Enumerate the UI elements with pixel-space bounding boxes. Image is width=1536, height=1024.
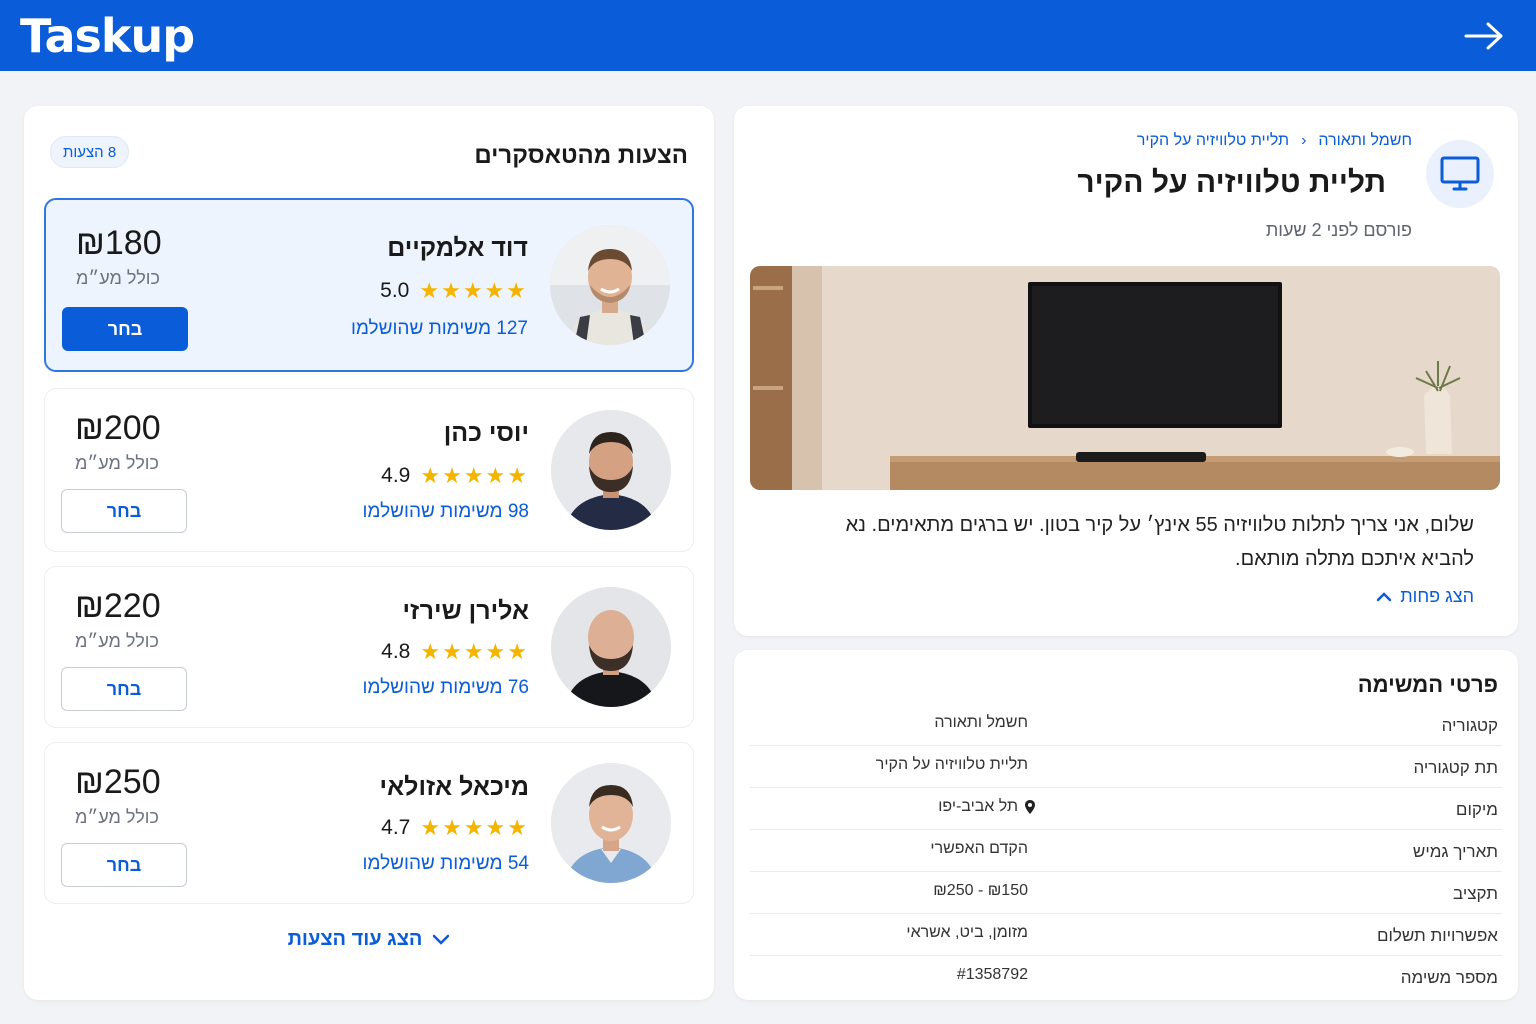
price-note: כולל מע״מ <box>76 268 160 288</box>
detail-location: תל אביב-יפו <box>938 798 1036 816</box>
breadcrumb-subcategory[interactable]: תליית טלוויזיה על הקיר <box>1137 132 1289 150</box>
detail-label: מיקום <box>1455 800 1498 819</box>
show-less-button[interactable]: הצג פחות <box>1376 586 1474 607</box>
avatar <box>550 225 670 345</box>
tasker-name[interactable]: דוד אלמקיים <box>387 234 528 263</box>
offers-title: הצעות מהטאסקרים <box>474 142 688 169</box>
location-pin-icon <box>1025 800 1035 814</box>
price-note: כולל מע״מ <box>75 807 159 827</box>
detail-row: תת קטגוריה תליית טלוויזיה על הקיר <box>750 746 1502 788</box>
choose-offer-button[interactable]: בחר <box>61 489 187 533</box>
task-card: חשמל ותאורה ‹ תליית טלוויזיה על הקיר תלי… <box>734 106 1518 636</box>
detail-value: הקדם האפשרי <box>930 840 1028 857</box>
choose-offer-button[interactable]: בחר <box>61 667 187 711</box>
offer-price: ₪250 <box>75 763 161 801</box>
detail-label: תת קטגוריה <box>1413 758 1498 777</box>
top-bar: Taskup <box>0 0 1536 71</box>
show-more-label: הצג עוד הצעות <box>287 928 423 950</box>
detail-value: מזומן, ביט, אשראי <box>906 924 1028 941</box>
rating-value: 5.0 <box>380 279 410 302</box>
tasker-rating: 5.0 ★★★★★ <box>380 278 528 304</box>
price-note: כולל מע״מ <box>75 453 159 473</box>
detail-label: מספר משימה <box>1400 968 1498 987</box>
offer-card[interactable]: יוסי כהן 4.9 ★★★★★ 98 משימות שהושלמו ₪20… <box>44 388 694 552</box>
chevron-down-icon <box>433 934 450 945</box>
detail-label: תקציב <box>1453 884 1498 903</box>
detail-value: תליית טלוויזיה על הקיר <box>875 756 1028 773</box>
completed-tasks[interactable]: 127 משימות שהושלמו <box>351 318 528 340</box>
rating-value: 4.8 <box>381 640 411 663</box>
detail-value: #1358792 <box>956 966 1028 983</box>
task-posted-time: פורסם לפני 2 שעות <box>1265 220 1412 240</box>
offer-price: ₪220 <box>75 587 161 625</box>
detail-row: אפשרויות תשלום מזומן, ביט, אשראי <box>750 914 1502 956</box>
completed-tasks[interactable]: 76 משימות שהושלמו <box>363 677 530 699</box>
star-rating-icon: ★★★★★ <box>420 463 529 488</box>
detail-value: ₪150 - ₪250 <box>933 882 1028 899</box>
avatar <box>551 410 671 530</box>
location-value: תל אביב-יפו <box>938 798 1018 815</box>
tasker-name[interactable]: מיכאל אזולאי <box>380 773 529 802</box>
task-details-card: פרטי המשימה קטגוריה חשמל ותאורה תת קטגור… <box>734 650 1518 1000</box>
app-logo[interactable]: Taskup <box>20 9 195 63</box>
tasker-rating: 4.7 ★★★★★ <box>381 815 529 841</box>
show-less-label: הצג פחות <box>1400 586 1474 606</box>
rating-value: 4.9 <box>381 464 411 487</box>
price-note: כולל מע״מ <box>75 631 159 651</box>
offers-panel: הצעות מהטאסקרים 8 הצעות דוד אלמקיים 5.0 … <box>24 106 714 1000</box>
chevron-left-icon: ‹ <box>1301 132 1307 149</box>
show-more-offers-button[interactable]: הצג עוד הצעות <box>24 928 714 951</box>
detail-row: תקציב ₪150 - ₪250 <box>750 872 1502 914</box>
tasker-name[interactable]: אלירן שירזי <box>402 597 529 626</box>
task-image <box>750 266 1500 490</box>
breadcrumb-category[interactable]: חשמל ותאורה <box>1318 132 1412 150</box>
task-title: תליית טלוויזיה על הקיר <box>1077 166 1386 199</box>
star-rating-icon: ★★★★★ <box>420 815 529 840</box>
offer-card[interactable]: אלירן שירזי 4.8 ★★★★★ 76 משימות שהושלמו … <box>44 566 694 728</box>
tasker-rating: 4.9 ★★★★★ <box>381 463 529 489</box>
offer-price: ₪200 <box>75 409 161 447</box>
back-arrow-icon[interactable] <box>1462 14 1506 58</box>
task-description: שלום, אני צריך לתלות טלוויזיה 55 אינץ׳ ע… <box>845 514 1474 570</box>
detail-label: קטגוריה <box>1441 716 1498 735</box>
detail-row: מספר משימה #1358792 <box>750 956 1502 998</box>
completed-tasks[interactable]: 98 משימות שהושלמו <box>363 501 530 523</box>
star-rating-icon: ★★★★★ <box>419 278 528 303</box>
star-rating-icon: ★★★★★ <box>420 639 529 664</box>
offer-price: ₪180 <box>76 224 162 262</box>
offer-card[interactable]: דוד אלמקיים 5.0 ★★★★★ 127 משימות שהושלמו… <box>44 198 694 372</box>
tasker-name[interactable]: יוסי כהן <box>444 419 529 448</box>
detail-label: אפשרויות תשלום <box>1376 926 1498 945</box>
chevron-up-icon <box>1376 591 1392 601</box>
avatar <box>551 587 671 707</box>
detail-row: קטגוריה חשמל ותאורה <box>750 704 1502 746</box>
detail-label: תאריך גמיש <box>1412 842 1498 861</box>
avatar <box>551 763 671 883</box>
tasker-rating: 4.8 ★★★★★ <box>381 639 529 665</box>
breadcrumb: חשמל ותאורה ‹ תליית טלוויזיה על הקיר <box>1137 132 1412 150</box>
detail-row: תאריך גמיש הקדם האפשרי <box>750 830 1502 872</box>
choose-offer-button[interactable]: בחר <box>62 307 188 351</box>
details-title: פרטי המשימה <box>1357 672 1498 697</box>
choose-offer-button[interactable]: בחר <box>61 843 187 887</box>
offers-count-badge: 8 הצעות <box>50 136 130 168</box>
detail-value: חשמל ותאורה <box>934 714 1028 731</box>
completed-tasks[interactable]: 54 משימות שהושלמו <box>363 853 530 875</box>
rating-value: 4.7 <box>381 816 411 839</box>
monitor-icon <box>1426 140 1494 208</box>
offer-card[interactable]: מיכאל אזולאי 4.7 ★★★★★ 54 משימות שהושלמו… <box>44 742 694 904</box>
detail-row: מיקום תל אביב-יפו <box>750 788 1502 830</box>
